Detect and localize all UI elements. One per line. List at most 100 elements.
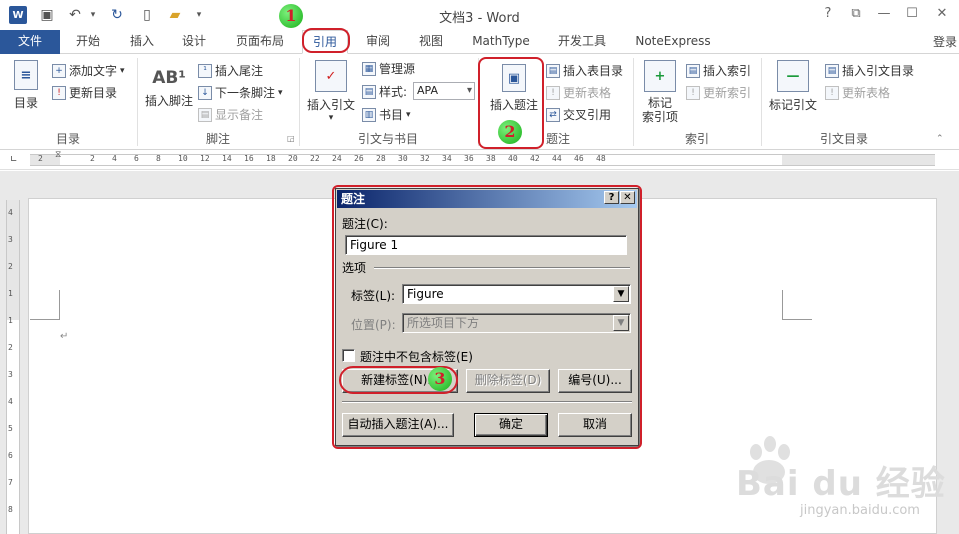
ruler-tick-label: 12 <box>200 154 210 163</box>
cross-reference-button[interactable]: ⇄ 交叉引用 <box>546 106 611 123</box>
step-badge-3: 3 <box>428 367 452 391</box>
bibliography-button[interactable]: ▥ 书目 ▾ <box>362 106 411 123</box>
mark-entry-button[interactable]: + 标记 索引项 <box>638 60 682 124</box>
insert-index-label: 插入索引 <box>703 64 752 78</box>
tab-home[interactable]: 开始 <box>66 30 110 54</box>
manage-sources-button[interactable]: ▦ 管理源 <box>362 60 415 77</box>
collapse-ribbon-icon[interactable]: ⌃ <box>936 134 944 144</box>
group-label-index: 索引 <box>684 132 709 146</box>
watermark-url: jingyan.baidu.com <box>800 503 920 518</box>
vertical-ruler-tick-label: 2 <box>8 262 13 271</box>
update-toa-icon: ! <box>825 85 839 100</box>
vertical-ruler-tick-label: 3 <box>8 235 13 244</box>
tab-file[interactable]: 文件 <box>0 30 60 54</box>
ruler-tick-label: 14 <box>222 154 232 163</box>
ruler-tick-label: 30 <box>398 154 408 163</box>
vertical-ruler-tick-label: 3 <box>8 370 13 379</box>
tab-view[interactable]: 视图 <box>409 30 453 54</box>
endnote-icon: ¹ <box>198 63 212 78</box>
update-table-icon: ! <box>546 85 560 100</box>
ruler-margin-right <box>782 155 935 165</box>
crop-mark-left <box>30 290 60 320</box>
insert-index-icon: ▤ <box>686 63 700 78</box>
help-button[interactable]: ? <box>815 6 841 21</box>
tab-developer[interactable]: 开发工具 <box>550 30 614 54</box>
insert-toa-button[interactable]: ▤ 插入引文目录 <box>825 62 914 79</box>
tab-mathtype[interactable]: MathType <box>466 30 536 54</box>
insert-citation-button[interactable]: ✓ 插入引文 ▾ <box>304 60 358 123</box>
step-badge-1: 1 <box>279 4 303 28</box>
next-footnote-button[interactable]: ↓ 下一条脚注 ▾ <box>198 84 283 101</box>
indent-marker-icon[interactable]: ⧖ <box>55 150 61 160</box>
style-icon: ▤ <box>362 84 376 99</box>
tab-noteexpress[interactable]: NoteExpress <box>630 30 716 54</box>
word-window: W ▣ ↶ ▾ ↻ ▯ ▰ ▾ 文档3 - Word ? ⧉ — ☐ ✕ 文件 … <box>0 0 959 534</box>
login-link[interactable]: 登录 <box>933 33 957 50</box>
insert-table-of-figures-label: 插入表目录 <box>563 64 624 78</box>
style-select[interactable]: APA <box>413 82 475 100</box>
insert-citation-label: 插入引文 <box>306 98 355 112</box>
crop-mark-right <box>782 290 812 320</box>
update-toa-label: 更新表格 <box>842 86 891 100</box>
add-text-button[interactable]: + 添加文字 ▾ <box>52 62 125 79</box>
highlight-caption-dialog <box>332 185 642 449</box>
cross-reference-icon: ⇄ <box>546 107 560 122</box>
vertical-ruler-tick-label: 7 <box>8 478 13 487</box>
watermark-text: Bai du 经验 <box>736 464 946 504</box>
chevron-down-icon: ▾ <box>406 109 411 120</box>
ruler-tick-label: 18 <box>266 154 276 163</box>
update-table-button[interactable]: ! 更新表格 <box>546 84 611 101</box>
insert-footnote-button[interactable]: AB¹ 插入脚注 <box>142 64 196 109</box>
chevron-down-icon: ▾ <box>328 113 334 123</box>
maximize-button[interactable]: ☐ <box>899 6 925 21</box>
mark-citation-label: 标记引文 <box>768 98 817 112</box>
step-badge-2: 2 <box>498 120 522 144</box>
tab-layout[interactable]: 页面布局 <box>228 30 292 54</box>
vertical-ruler-tick-label: 6 <box>8 451 13 460</box>
style-label: ▤ 样式: <box>362 83 407 100</box>
manage-sources-icon: ▦ <box>362 61 376 76</box>
show-notes-button[interactable]: ▤ 显示备注 <box>198 106 263 123</box>
tab-design[interactable]: 设计 <box>172 30 216 54</box>
ruler-tick-label: 34 <box>442 154 452 163</box>
tab-review[interactable]: 审阅 <box>356 30 400 54</box>
vertical-ruler-margin <box>7 200 19 320</box>
mark-citation-icon: — <box>777 60 809 92</box>
dialog-launcher-icon[interactable]: ◲ <box>287 134 295 143</box>
tab-selector-icon[interactable]: ∟ <box>10 155 20 165</box>
insert-endnote-label: 插入尾注 <box>215 64 264 78</box>
insert-table-of-figures-button[interactable]: ▤ 插入表目录 <box>546 62 623 79</box>
vertical-ruler-tick-label: 8 <box>8 505 13 514</box>
mark-citation-button[interactable]: — 标记引文 <box>766 60 820 113</box>
ruler-tick-label: 42 <box>530 154 540 163</box>
update-toc-label: 更新目录 <box>69 86 118 100</box>
close-button[interactable]: ✕ <box>929 6 955 21</box>
vertical-ruler-tick-label: 1 <box>8 316 13 325</box>
ruler-tick-label: 24 <box>332 154 342 163</box>
ruler-tick-label: 4 <box>112 154 117 163</box>
horizontal-ruler: ∟ ⧖ <box>0 150 959 170</box>
ribbon-display-button[interactable]: ⧉ <box>843 6 869 21</box>
update-index-button[interactable]: ! 更新索引 <box>686 84 751 101</box>
minimize-button[interactable]: — <box>871 6 897 21</box>
next-footnote-icon: ↓ <box>198 85 212 100</box>
vertical-ruler-tick-label: 5 <box>8 424 13 433</box>
ruler-tick-label: 44 <box>552 154 562 163</box>
vertical-ruler-tick-label: 2 <box>8 343 13 352</box>
update-index-label: 更新索引 <box>703 86 752 100</box>
vertical-ruler-tick-label: 4 <box>8 208 13 217</box>
update-toa-button[interactable]: ! 更新表格 <box>825 84 890 101</box>
insert-endnote-button[interactable]: ¹ 插入尾注 <box>198 62 263 79</box>
tab-insert[interactable]: 插入 <box>120 30 164 54</box>
toc-button[interactable]: ≡ 目录 <box>6 60 46 111</box>
group-label-toa: 引文目录 <box>819 132 868 146</box>
ruler-tick-label: 22 <box>310 154 320 163</box>
mark-entry-icon: + <box>644 60 676 92</box>
ruler-tick-label: 26 <box>354 154 364 163</box>
insert-toa-icon: ▤ <box>825 63 839 78</box>
title-bar: W ▣ ↶ ▾ ↻ ▯ ▰ ▾ 文档3 - Word ? ⧉ — ☐ ✕ <box>0 0 959 30</box>
bibliography-label: 书目 <box>379 108 404 122</box>
insert-index-button[interactable]: ▤ 插入索引 <box>686 62 751 79</box>
update-toc-button[interactable]: ! 更新目录 <box>52 84 117 101</box>
ruler-tick-label: 6 <box>134 154 139 163</box>
